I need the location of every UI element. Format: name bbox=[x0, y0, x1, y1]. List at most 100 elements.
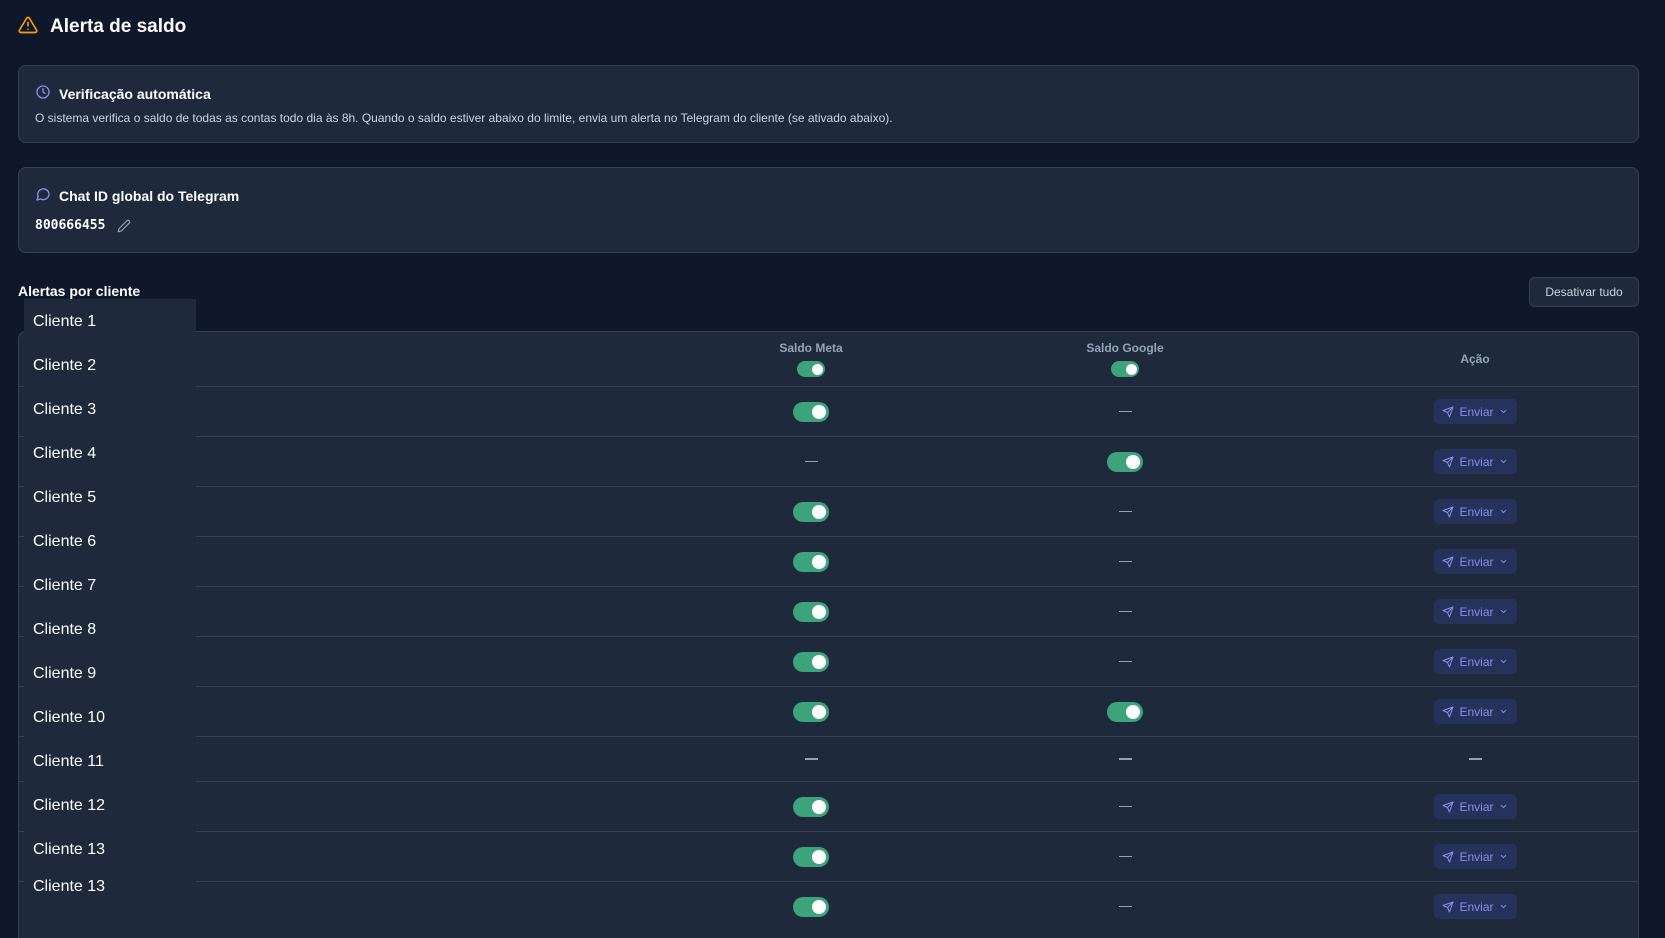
send-alert-button[interactable]: Enviar bbox=[1433, 399, 1517, 424]
meta-toggle[interactable] bbox=[793, 651, 829, 672]
google-cell bbox=[1015, 387, 1235, 436]
chevron-down-icon bbox=[1499, 657, 1508, 666]
meta-toggle[interactable] bbox=[793, 401, 829, 422]
table-row: Enviar bbox=[19, 536, 1638, 586]
client-list-item[interactable]: Cliente 3 bbox=[33, 401, 96, 419]
client-list: Cliente 1 Cliente 2 Cliente 3 Cliente 4 Clie… bbox=[24, 299, 196, 938]
empty-dash bbox=[804, 460, 818, 463]
send-icon bbox=[1442, 406, 1454, 418]
meta-cell bbox=[701, 537, 921, 586]
toggle-all-meta[interactable] bbox=[797, 361, 825, 377]
chevron-down-icon bbox=[1499, 902, 1508, 911]
action-cell: Enviar bbox=[1365, 637, 1585, 686]
action-cell: Enviar bbox=[1365, 487, 1585, 536]
google-cell bbox=[1015, 882, 1235, 931]
chat-bubble-icon bbox=[35, 186, 51, 205]
empty-dash bbox=[1118, 805, 1132, 808]
send-alert-button[interactable]: Enviar bbox=[1433, 499, 1517, 524]
send-alert-button[interactable]: Enviar bbox=[1433, 794, 1517, 819]
send-alert-button[interactable]: Enviar bbox=[1433, 699, 1517, 724]
empty-dash bbox=[1118, 660, 1132, 663]
send-label: Enviar bbox=[1459, 849, 1494, 864]
google-cell bbox=[1015, 437, 1235, 486]
empty-dash bbox=[804, 758, 818, 760]
google-cell bbox=[1015, 537, 1235, 586]
column-header-meta: Saldo Meta bbox=[701, 332, 921, 386]
action-cell: Enviar bbox=[1365, 587, 1585, 636]
table-row: Enviar bbox=[19, 881, 1638, 931]
send-alert-button[interactable]: Enviar bbox=[1433, 649, 1517, 674]
meta-toggle[interactable] bbox=[793, 501, 829, 522]
meta-toggle[interactable] bbox=[793, 896, 829, 917]
empty-dash bbox=[1118, 758, 1132, 760]
chevron-down-icon bbox=[1499, 407, 1508, 416]
meta-toggle[interactable] bbox=[793, 601, 829, 622]
google-toggle[interactable] bbox=[1107, 451, 1143, 472]
client-list-item[interactable]: Cliente 6 bbox=[33, 533, 96, 551]
client-list-item[interactable]: Cliente 13 bbox=[33, 878, 105, 896]
send-alert-button[interactable]: Enviar bbox=[1433, 894, 1517, 919]
send-alert-button[interactable]: Enviar bbox=[1433, 449, 1517, 474]
meta-toggle[interactable] bbox=[793, 796, 829, 817]
meta-cell bbox=[701, 637, 921, 686]
table-row: Enviar bbox=[19, 781, 1638, 831]
meta-toggle[interactable] bbox=[793, 551, 829, 572]
toggle-all-google[interactable] bbox=[1111, 361, 1139, 377]
meta-cell bbox=[701, 737, 921, 781]
send-alert-button[interactable]: Enviar bbox=[1433, 549, 1517, 574]
send-icon bbox=[1442, 656, 1454, 668]
send-alert-button[interactable]: Enviar bbox=[1433, 599, 1517, 624]
google-cell bbox=[1015, 487, 1235, 536]
client-list-item[interactable]: Cliente 12 bbox=[33, 797, 105, 815]
google-cell bbox=[1015, 832, 1235, 881]
meta-cell bbox=[701, 832, 921, 881]
meta-toggle[interactable] bbox=[793, 701, 829, 722]
action-cell: Enviar bbox=[1365, 832, 1585, 881]
google-toggle[interactable] bbox=[1107, 701, 1143, 722]
chevron-down-icon bbox=[1499, 707, 1508, 716]
meta-cell bbox=[701, 487, 921, 536]
send-label: Enviar bbox=[1459, 554, 1494, 569]
client-list-item[interactable]: Cliente 8 bbox=[33, 621, 96, 639]
empty-dash bbox=[1118, 610, 1132, 613]
column-label-google: Saldo Google bbox=[1086, 341, 1164, 355]
meta-cell bbox=[701, 387, 921, 436]
send-label: Enviar bbox=[1459, 704, 1494, 719]
send-label: Enviar bbox=[1459, 899, 1494, 914]
chevron-down-icon bbox=[1499, 607, 1508, 616]
client-list-item[interactable]: Cliente 10 bbox=[33, 709, 105, 727]
google-cell bbox=[1015, 782, 1235, 831]
meta-cell bbox=[701, 437, 921, 486]
empty-dash bbox=[1118, 560, 1132, 563]
google-cell bbox=[1015, 687, 1235, 736]
client-list-item[interactable]: Cliente 4 bbox=[33, 445, 96, 463]
client-list-item[interactable]: Cliente 7 bbox=[33, 577, 96, 595]
page-header: Alerta de saldo bbox=[18, 14, 186, 40]
client-list-item[interactable]: Cliente 2 bbox=[33, 357, 96, 375]
telegram-chat-title: Chat ID global do Telegram bbox=[59, 187, 240, 204]
client-list-item[interactable]: Cliente 5 bbox=[33, 489, 96, 507]
column-header-google: Saldo Google bbox=[1015, 332, 1235, 386]
client-list-item[interactable]: Cliente 11 bbox=[33, 753, 104, 771]
send-label: Enviar bbox=[1459, 504, 1494, 519]
client-list-item[interactable]: Cliente 1 bbox=[33, 313, 96, 331]
table-row: Enviar bbox=[19, 436, 1638, 486]
pencil-icon[interactable] bbox=[117, 219, 131, 233]
client-list-item[interactable]: Cliente 9 bbox=[33, 665, 96, 683]
chevron-down-icon bbox=[1499, 507, 1508, 516]
clock-icon bbox=[35, 84, 51, 103]
send-label: Enviar bbox=[1459, 404, 1494, 419]
deactivate-all-button[interactable]: Desativar tudo bbox=[1529, 277, 1639, 307]
empty-dash bbox=[1118, 410, 1132, 413]
action-cell: Enviar bbox=[1365, 882, 1585, 931]
client-list-item[interactable]: Cliente 13 bbox=[33, 841, 105, 859]
chat-id-row: 800666455 bbox=[35, 218, 131, 233]
alerts-section-title: Alertas por cliente bbox=[18, 283, 141, 299]
column-label-action: Ação bbox=[1460, 352, 1490, 366]
meta-toggle[interactable] bbox=[793, 846, 829, 867]
send-icon bbox=[1442, 706, 1454, 718]
empty-dash bbox=[1118, 510, 1132, 513]
send-alert-button[interactable]: Enviar bbox=[1433, 844, 1517, 869]
send-icon bbox=[1442, 606, 1454, 618]
send-icon bbox=[1442, 556, 1454, 568]
